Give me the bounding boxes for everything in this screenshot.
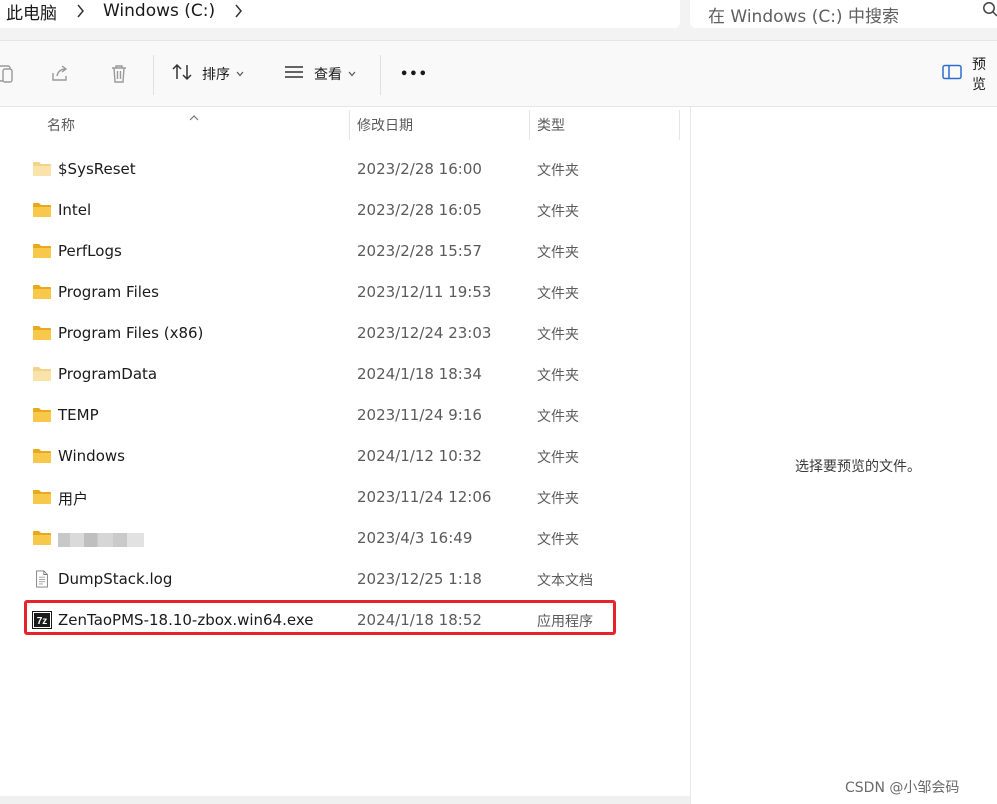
file-name: PerfLogs	[58, 242, 122, 260]
file-name: Program Files (x86)	[58, 324, 204, 342]
column-divider[interactable]	[529, 110, 530, 140]
file-row[interactable]: $SysReset 2023/2/28 16:00 文件夹	[24, 148, 674, 189]
column-header-name[interactable]: 名称	[47, 107, 75, 143]
toolbar-divider	[153, 55, 154, 95]
search-box[interactable]: 在 Windows (C:) 中搜索	[690, 0, 997, 28]
file-date: 2023/12/24 23:03	[357, 324, 492, 342]
address-bar[interactable]: 此电脑 Windows (C:)	[0, 0, 680, 28]
file-date: 2023/4/3 16:49	[357, 529, 473, 547]
file-row[interactable]: Windows 2024/1/12 10:32 文件夹	[24, 435, 674, 476]
file-date: 2023/12/25 1:18	[357, 570, 482, 588]
folder-icon	[32, 488, 52, 506]
file-row[interactable]: ProgramData 2024/1/18 18:34 文件夹	[24, 353, 674, 394]
more-options-button[interactable]: •••	[400, 59, 428, 89]
file-type: 文本文档	[537, 573, 593, 589]
file-type: 文件夹	[537, 409, 579, 425]
chevron-right-icon[interactable]	[229, 4, 247, 18]
text-document-icon	[32, 570, 52, 588]
file-name: TEMP	[58, 406, 99, 424]
search-input[interactable]: 在 Windows (C:) 中搜索	[708, 2, 899, 27]
file-date: 2023/2/28 16:05	[357, 201, 482, 219]
file-row[interactable]: 2023/4/3 16:49 文件夹	[24, 517, 674, 558]
trash-icon[interactable]	[108, 63, 130, 85]
preview-pane: 选择要预览的文件。	[690, 107, 997, 804]
folder-icon	[32, 406, 52, 424]
chevron-down-icon	[236, 71, 244, 77]
folder-icon	[32, 324, 52, 342]
file-type: 文件夹	[537, 450, 579, 466]
folder-faded-icon	[32, 365, 52, 383]
file-row[interactable]: PerfLogs 2023/2/28 15:57 文件夹	[24, 230, 674, 271]
file-type: 文件夹	[537, 491, 579, 507]
list-view-icon	[284, 64, 304, 84]
view-label: 查看	[314, 67, 342, 83]
file-name: Intel	[58, 201, 92, 219]
highlight-box	[24, 600, 616, 635]
file-row[interactable]: TEMP 2023/11/24 9:16 文件夹	[24, 394, 674, 435]
folder-icon	[32, 529, 52, 547]
file-date: 2023/12/11 19:53	[357, 283, 492, 301]
column-header-date[interactable]: 修改日期	[357, 107, 413, 143]
file-name: ProgramData	[58, 365, 158, 383]
file-type: 文件夹	[537, 286, 579, 302]
file-type: 文件夹	[537, 245, 579, 261]
file-row[interactable]: 用户 2023/11/24 12:06 文件夹	[24, 476, 674, 517]
file-date: 2023/2/28 16:00	[357, 160, 482, 178]
details-pane-label: 预览	[972, 57, 986, 93]
file-date: 2024/1/12 10:32	[357, 447, 482, 465]
file-type: 文件夹	[537, 163, 579, 179]
view-button[interactable]: 查看	[284, 59, 356, 89]
chevron-down-icon	[348, 71, 356, 77]
file-type: 文件夹	[537, 204, 579, 220]
file-name: Program Files	[58, 283, 159, 301]
file-row[interactable]: Program Files (x86) 2023/12/24 23:03 文件夹	[24, 312, 674, 353]
file-date: 2023/11/24 12:06	[357, 488, 492, 506]
sort-button[interactable]: 排序	[172, 59, 244, 89]
file-date: 2024/1/18 18:34	[357, 365, 482, 383]
column-header-type[interactable]: 类型	[537, 107, 565, 143]
sort-indicator-icon	[188, 107, 200, 126]
folder-icon	[32, 242, 52, 260]
details-pane-icon	[942, 64, 962, 84]
file-date: 2023/11/24 9:16	[357, 406, 482, 424]
horizontal-scrollbar[interactable]	[0, 796, 690, 804]
file-row[interactable]: Intel 2023/2/28 16:05 文件夹	[24, 189, 674, 230]
command-bar: 排序 查看 ••• 预览	[0, 40, 997, 107]
file-type: 文件夹	[537, 327, 579, 343]
sort-label: 排序	[202, 67, 230, 83]
file-name: DumpStack.log	[58, 570, 173, 588]
folder-faded-icon	[32, 160, 52, 178]
file-row[interactable]: Program Files 2023/12/11 19:53 文件夹	[24, 271, 674, 312]
file-name: $SysReset	[58, 160, 136, 178]
breadcrumb-this-pc[interactable]: 此电脑	[6, 0, 57, 24]
file-type: 文件夹	[537, 532, 579, 548]
title-bar: 此电脑 Windows (C:) 在 Windows (C:) 中搜索	[0, 0, 997, 40]
details-pane-button[interactable]: 预览	[942, 57, 997, 93]
column-divider[interactable]	[349, 110, 350, 140]
file-row[interactable]: DumpStack.log 2023/12/25 1:18 文本文档	[24, 558, 674, 599]
copy-icon[interactable]	[0, 63, 16, 85]
breadcrumb-drive-c[interactable]: Windows (C:)	[103, 1, 215, 21]
column-divider[interactable]	[679, 110, 680, 140]
chevron-right-icon[interactable]	[71, 4, 89, 18]
file-name: 用户	[58, 490, 89, 508]
toolbar-divider	[380, 55, 381, 95]
redacted-file-name	[58, 533, 144, 547]
preview-message: 选择要预览的文件。	[795, 459, 921, 475]
search-icon[interactable]	[982, 1, 997, 22]
file-date: 2023/2/28 15:57	[357, 242, 482, 260]
file-name: Windows	[58, 447, 125, 465]
folder-icon	[32, 283, 52, 301]
folder-icon	[32, 447, 52, 465]
share-icon[interactable]	[49, 63, 71, 85]
sort-icon	[172, 63, 192, 85]
watermark: CSDN @小邹会码	[845, 780, 960, 796]
file-type: 文件夹	[537, 368, 579, 384]
folder-icon	[32, 201, 52, 219]
file-list: 名称 修改日期 类型 $SysReset 2023/2/28 16:00 文件夹 In…	[0, 107, 690, 804]
